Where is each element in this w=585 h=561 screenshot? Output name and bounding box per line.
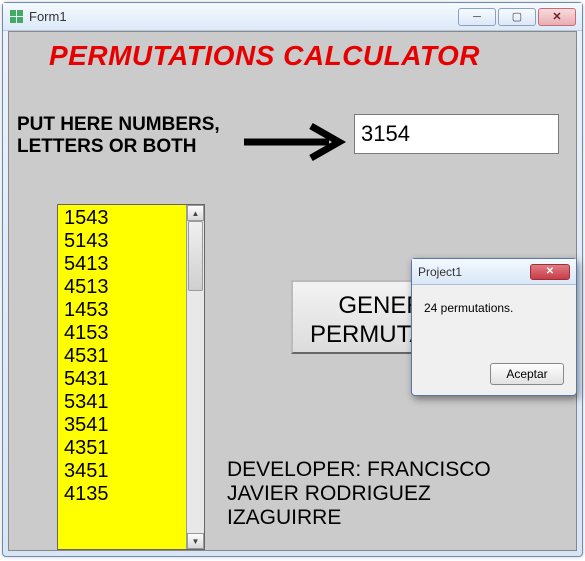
scrollbar[interactable]: ▲ ▼ (186, 205, 204, 549)
arrow-icon (239, 122, 349, 162)
page-title: PERMUTATIONS CALCULATOR (49, 40, 480, 72)
list-item[interactable]: 3541 (64, 414, 180, 437)
developer-line-3: IZAGUIRRE (227, 506, 491, 530)
list-item[interactable]: 4513 (64, 276, 180, 299)
dialog-ok-button[interactable]: Aceptar (490, 363, 564, 385)
dialog-close-button[interactable]: ✕ (530, 264, 570, 280)
dialog-message: 24 permutations. (412, 285, 576, 321)
results-listbox[interactable]: 1543514354134513145341534531543153413541… (57, 204, 205, 550)
developer-credit: DEVELOPER: FRANCISCO JAVIER RODRIGUEZ IZ… (227, 458, 491, 530)
scroll-up-button[interactable]: ▲ (187, 205, 204, 221)
instruction-line-2: LETTERS OR BOTH (17, 136, 220, 158)
app-icon (9, 10, 23, 24)
dialog-titlebar: Project1 ✕ (412, 259, 576, 285)
list-item[interactable]: 5341 (64, 391, 180, 414)
list-item[interactable]: 1543 (64, 207, 180, 230)
maximize-button[interactable]: ▢ (498, 8, 536, 26)
list-item[interactable]: 5413 (64, 253, 180, 276)
titlebar: Form1 ─ ▢ ✕ (3, 3, 582, 31)
list-item[interactable]: 4135 (64, 483, 180, 506)
list-item[interactable]: 3451 (64, 460, 180, 483)
list-item[interactable]: 4531 (64, 345, 180, 368)
list-item[interactable]: 4351 (64, 437, 180, 460)
window-title: Form1 (29, 9, 67, 24)
scroll-thumb[interactable] (188, 221, 203, 291)
message-dialog: Project1 ✕ 24 permutations. Aceptar (411, 258, 577, 396)
dialog-title: Project1 (418, 265, 462, 279)
instruction-line-1: PUT HERE NUMBERS, (17, 114, 220, 136)
instruction-label: PUT HERE NUMBERS, LETTERS OR BOTH (17, 114, 220, 158)
developer-line-2: JAVIER RODRIGUEZ (227, 482, 491, 506)
list-item[interactable]: 1453 (64, 299, 180, 322)
list-item[interactable]: 5143 (64, 230, 180, 253)
list-item[interactable]: 4153 (64, 322, 180, 345)
list-item[interactable]: 5431 (64, 368, 180, 391)
developer-line-1: DEVELOPER: FRANCISCO (227, 458, 491, 482)
close-button[interactable]: ✕ (538, 8, 576, 26)
minimize-button[interactable]: ─ (458, 8, 496, 26)
permutation-input[interactable] (354, 114, 559, 154)
scroll-down-button[interactable]: ▼ (187, 533, 204, 549)
